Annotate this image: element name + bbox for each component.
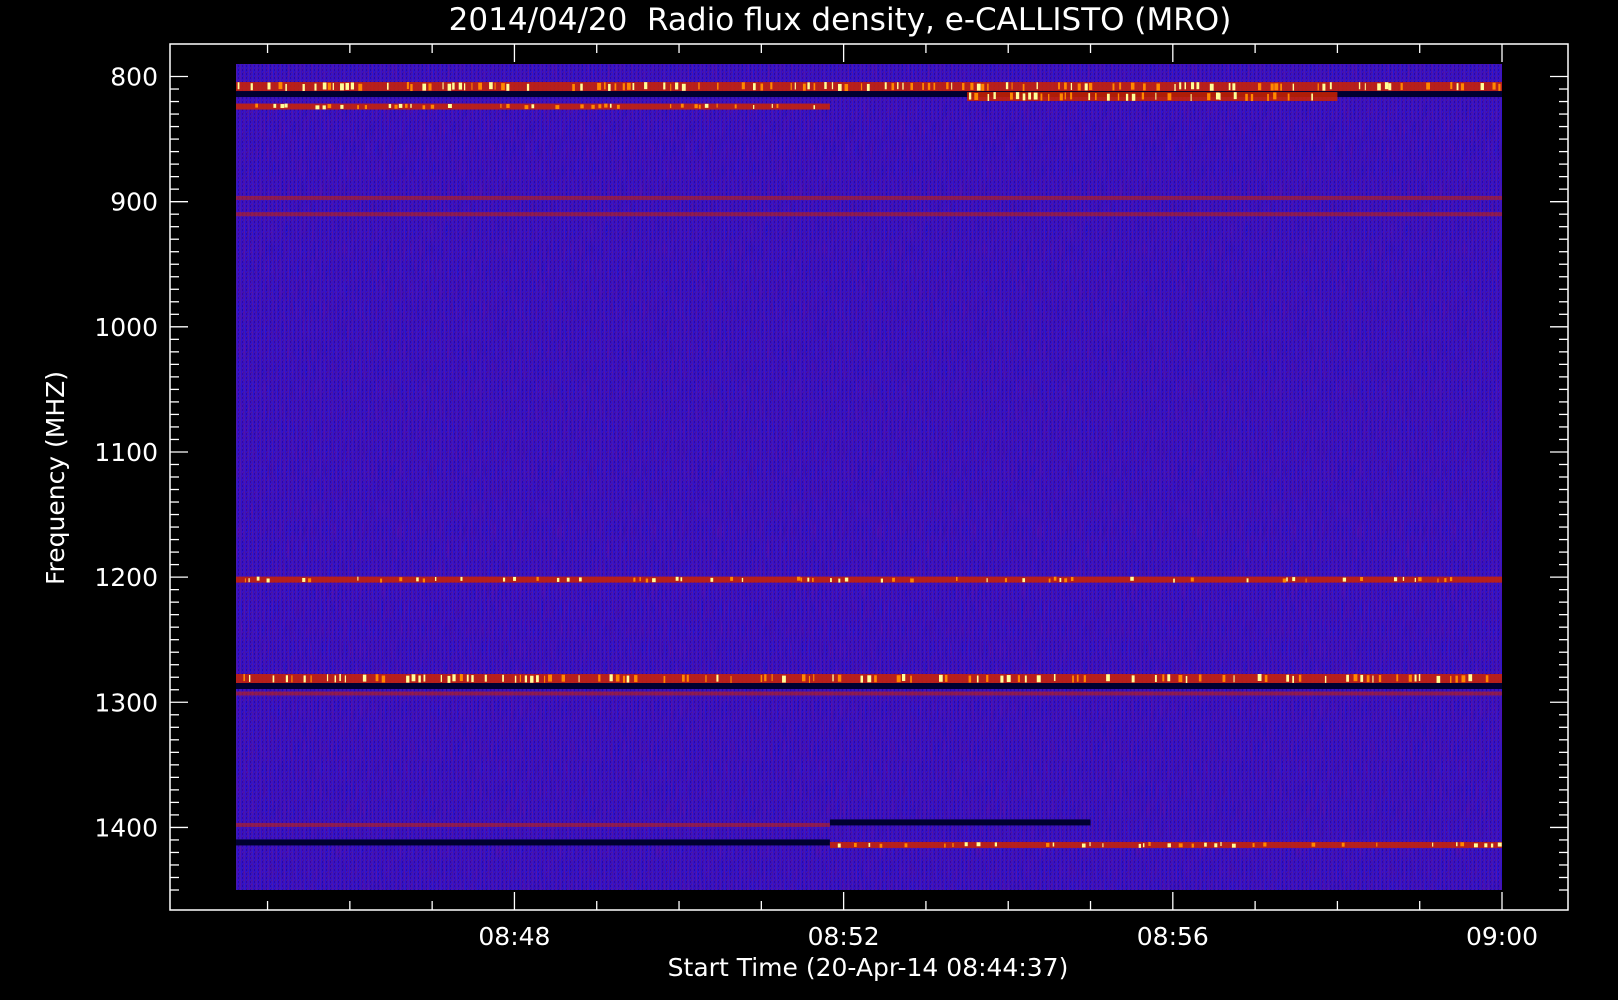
emission-band-1281 xyxy=(236,673,1502,683)
x-tick-label: 08:52 xyxy=(808,922,880,951)
heatmap-area xyxy=(236,64,1502,890)
dark-band-1287 xyxy=(236,683,1502,690)
spectrogram-chart: 2014/04/20 Radio flux density, e-CALLIST… xyxy=(41,2,1569,982)
emission-band-897 xyxy=(236,195,1502,200)
emission-band-816 xyxy=(967,92,1338,102)
y-tick-label: 1400 xyxy=(94,813,158,842)
y-tick-label: 1000 xyxy=(94,313,158,342)
emission-band-1414 xyxy=(829,841,1502,848)
x-tick-label: 08:48 xyxy=(478,922,550,951)
emission-band-824 xyxy=(236,103,830,110)
emission-band-910 xyxy=(236,212,1502,217)
x-tick-label: 08:56 xyxy=(1137,922,1209,951)
emission-band-1398 xyxy=(236,822,830,827)
heatmap-grain xyxy=(236,64,1502,890)
y-tick-label: 1300 xyxy=(94,688,158,717)
y-tick-label: 900 xyxy=(110,188,158,217)
dark-band-1396 xyxy=(829,819,1091,826)
x-tick-label: 09:00 xyxy=(1466,922,1538,951)
x-axis-label: Start Time (20-Apr-14 08:44:37) xyxy=(668,953,1069,982)
emission-band-808 xyxy=(236,82,1502,92)
y-tick-label: 1100 xyxy=(94,438,158,467)
emission-band-1202 xyxy=(236,576,1502,583)
chart-title: 2014/04/20 Radio flux density, e-CALLIST… xyxy=(449,2,1232,38)
y-axis-label: Frequency (MHZ) xyxy=(41,371,70,585)
dark-band-1412 xyxy=(236,839,830,846)
y-tick-label: 1200 xyxy=(94,563,158,592)
emission-band-1293 xyxy=(236,691,1502,696)
y-tick-label: 800 xyxy=(110,63,158,92)
